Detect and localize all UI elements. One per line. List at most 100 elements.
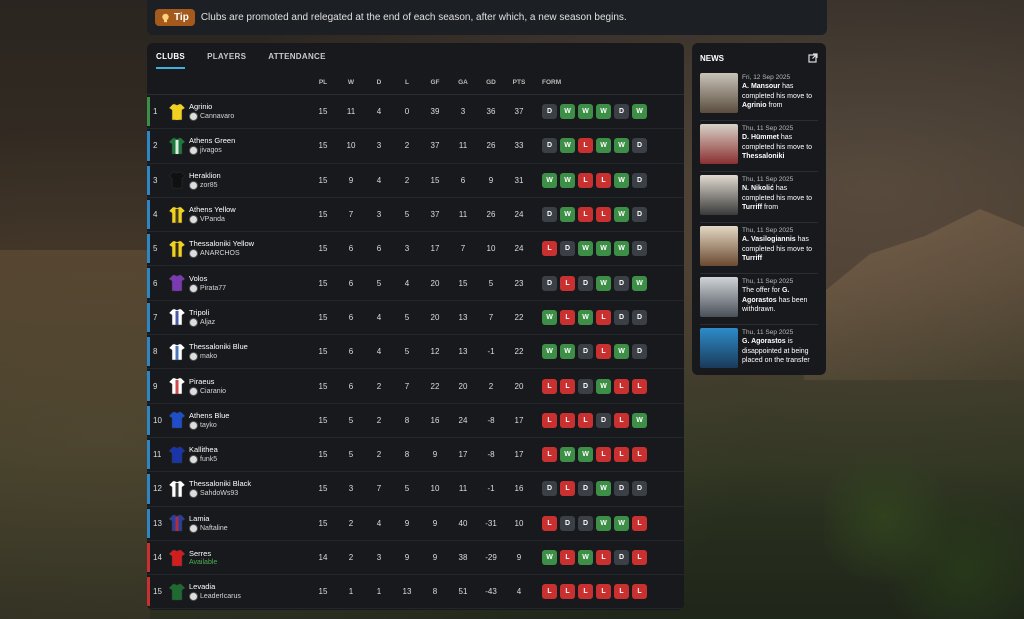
manager-name[interactable]: mako [200, 353, 217, 360]
form-result[interactable]: L [578, 207, 593, 223]
form-result[interactable]: W [614, 172, 629, 188]
news-thumbnail[interactable] [700, 73, 738, 113]
club-name[interactable]: Thessaloniki Blue [189, 342, 248, 351]
news-text-part[interactable]: D. Hümmet [742, 134, 779, 141]
club-name[interactable]: Thessaloniki Black [189, 479, 251, 488]
form-result[interactable]: L [542, 241, 557, 257]
manager[interactable]: funk5 [189, 455, 218, 465]
form-result[interactable]: L [542, 412, 557, 428]
form-result[interactable]: D [632, 481, 647, 497]
news-text-part[interactable]: Thessaloniki [742, 153, 784, 160]
form-result[interactable]: W [560, 104, 575, 120]
form-result[interactable]: W [560, 138, 575, 154]
form-result[interactable]: L [560, 584, 575, 600]
news-thumbnail[interactable] [700, 175, 738, 215]
form-result[interactable]: W [596, 104, 611, 120]
form-result[interactable]: D [614, 275, 629, 291]
form-result[interactable]: L [614, 412, 629, 428]
form-result[interactable]: D [578, 344, 593, 360]
form-result[interactable]: W [560, 344, 575, 360]
form-result[interactable]: L [542, 515, 557, 531]
club-cell[interactable]: Agrinio Cannavaro [169, 102, 309, 122]
form-result[interactable]: L [596, 309, 611, 325]
form-result[interactable]: W [614, 344, 629, 360]
form-result[interactable]: W [578, 447, 593, 463]
table-row[interactable]: 15 Levadia LeaderIcarus 15 1 1 13 8 51 -43 4 L L L… [147, 575, 684, 610]
news-item[interactable]: Fri, 12 Sep 2025 A. Mansour has complete… [700, 70, 818, 121]
club-cell[interactable]: Athens Green jivagos [169, 136, 309, 156]
form-result[interactable]: L [596, 344, 611, 360]
manager-name[interactable]: VPanda [200, 216, 225, 223]
manager[interactable]: SahdoWs93 [189, 489, 251, 499]
form-result[interactable]: D [542, 104, 557, 120]
form-result[interactable]: W [542, 550, 557, 565]
news-thumbnail[interactable] [700, 124, 738, 164]
form-result[interactable]: D [614, 309, 629, 325]
form-result[interactable]: L [560, 309, 575, 325]
table-row[interactable]: 7 Tripoli Aljaz 15 6 4 5 20 13 7 22 W L W L D D [147, 301, 684, 336]
header-gd[interactable]: GD [477, 79, 505, 86]
manager[interactable]: jivagos [189, 146, 235, 156]
form-result[interactable]: L [596, 172, 611, 188]
club-cell[interactable]: Kallithea funk5 [169, 445, 309, 465]
manager-name[interactable]: Available [189, 559, 217, 566]
form-result[interactable]: L [596, 447, 611, 463]
header-pts[interactable]: PTS [505, 79, 533, 86]
header-d[interactable]: D [365, 79, 393, 86]
club-name[interactable]: Agrinio [189, 102, 234, 111]
club-name[interactable]: Volos [189, 274, 226, 283]
manager[interactable]: Ciaranio [189, 386, 226, 396]
club-name[interactable]: Tripoli [189, 308, 215, 317]
form-result[interactable]: L [596, 550, 611, 565]
form-result[interactable]: L [578, 138, 593, 154]
manager-name[interactable]: zor85 [200, 182, 218, 189]
form-result[interactable]: D [632, 344, 647, 360]
form-result[interactable]: D [542, 481, 557, 497]
table-row[interactable]: 13 Lamia Naftaline 15 2 4 9 9 40 -31 10 L D D W W L [147, 507, 684, 541]
club-name[interactable]: Heraklion [189, 171, 221, 180]
form-result[interactable]: W [560, 447, 575, 463]
form-result[interactable]: D [614, 104, 629, 120]
manager-name[interactable]: tayko [200, 422, 217, 429]
form-result[interactable]: W [542, 309, 557, 325]
form-result[interactable]: L [596, 584, 611, 600]
form-result[interactable]: D [632, 138, 647, 154]
form-result[interactable]: L [560, 550, 575, 565]
form-result[interactable]: L [560, 378, 575, 394]
form-result[interactable]: W [632, 275, 647, 291]
table-row[interactable]: 14 Serres Available 14 2 3 9 9 38 -29 9 W L W L D L [147, 541, 684, 576]
table-row[interactable]: 5 Thessaloniki Yellow ANARCHOS 15 6 6 3 17 7 1… [147, 232, 684, 267]
club-cell[interactable]: Tripoli Aljaz [169, 308, 309, 327]
club-name[interactable]: Athens Yellow [189, 205, 236, 214]
form-result[interactable]: L [632, 515, 647, 531]
form-result[interactable]: L [578, 584, 593, 600]
form-result[interactable]: W [614, 207, 629, 223]
form-result[interactable]: L [614, 378, 629, 394]
news-thumbnail[interactable] [700, 277, 738, 317]
form-result[interactable]: W [614, 241, 629, 257]
form-result[interactable]: L [560, 275, 575, 291]
manager[interactable]: Available [189, 559, 217, 566]
manager[interactable]: mako [189, 352, 248, 362]
news-text-part[interactable]: Agrinio [742, 102, 767, 109]
manager-name[interactable]: Cannavaro [200, 113, 234, 120]
form-result[interactable]: D [614, 550, 629, 565]
form-result[interactable]: W [578, 104, 593, 120]
club-name[interactable]: Athens Blue [189, 411, 229, 420]
form-result[interactable]: W [632, 412, 647, 428]
form-result[interactable]: W [596, 515, 611, 531]
manager-name[interactable]: Ciaranio [200, 388, 226, 395]
header-l[interactable]: L [393, 79, 421, 86]
club-cell[interactable]: Serres Available [169, 549, 309, 567]
form-result[interactable]: W [542, 344, 557, 360]
club-name[interactable]: Levadia [189, 582, 241, 591]
form-result[interactable]: D [632, 309, 647, 325]
form-result[interactable]: L [578, 172, 593, 188]
form-result[interactable]: W [596, 481, 611, 497]
form-result[interactable]: D [578, 275, 593, 291]
club-name[interactable]: Serres [189, 549, 217, 558]
form-result[interactable]: L [632, 584, 647, 600]
manager[interactable]: Aljaz [189, 317, 215, 327]
form-result[interactable]: L [614, 447, 629, 463]
table-row[interactable]: 8 Thessaloniki Blue mako 15 6 4 5 12 13 -1 22 W W… [147, 335, 684, 370]
